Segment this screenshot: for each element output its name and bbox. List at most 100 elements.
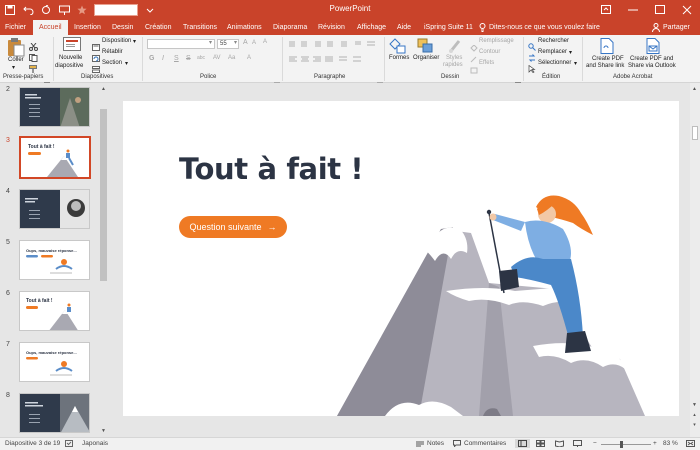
thumbnail-number: 5	[6, 239, 10, 246]
arrange-label[interactable]: Organiser	[413, 55, 439, 61]
slide-scroll-down-icon[interactable]: ▼	[691, 401, 698, 408]
tab-creation[interactable]: Création	[145, 20, 171, 35]
clipboard-launcher-icon[interactable]	[44, 75, 51, 88]
char-spacing-icon[interactable]: AV	[213, 55, 221, 61]
thumbnail-preview[interactable]: Oups, mauvaise réponse...	[19, 342, 90, 382]
shapes-label[interactable]: Formes	[389, 55, 409, 61]
tab-insertion[interactable]: Insertion	[74, 20, 101, 35]
zoom-in-button[interactable]: +	[653, 440, 657, 447]
font-color-icon[interactable]: A	[247, 55, 251, 61]
ribbon-options-button[interactable]	[592, 0, 619, 19]
zoom-slider[interactable]	[601, 444, 651, 445]
share-label: Partager	[663, 24, 690, 31]
slides-group-label: Diapositives	[81, 74, 114, 80]
section-label[interactable]: Section	[102, 60, 122, 66]
thumbnails-scrollbar[interactable]: ▲ ▼	[99, 83, 108, 437]
notes-label: Notes	[427, 440, 444, 447]
new-slide-label-1[interactable]: Nouvelle	[59, 55, 82, 61]
tab-dessin[interactable]: Dessin	[112, 20, 133, 35]
replace-label[interactable]: Remplacer	[538, 49, 567, 55]
paragraph-launcher-icon[interactable]	[377, 75, 384, 88]
thumbnails-scroll-thumb[interactable]	[100, 109, 107, 281]
next-slide-icon[interactable]: ▾	[691, 421, 698, 428]
slideshow-button[interactable]	[573, 440, 582, 447]
fit-slide-button[interactable]	[686, 440, 695, 447]
tab-diaporama[interactable]: Diaporama	[273, 20, 307, 35]
slide-scrollbar[interactable]: ▲ ▼ ▴ ▾	[690, 83, 700, 437]
previous-slide-icon[interactable]: ▴	[691, 411, 698, 418]
tab-accueil[interactable]: Accueil	[33, 20, 68, 35]
grow-font-icon[interactable]: A	[243, 39, 248, 46]
tab-ispring[interactable]: iSpring Suite 11	[424, 20, 473, 35]
zoom-level[interactable]: 83 %	[663, 440, 678, 447]
new-slide-label-2[interactable]: diapositive	[55, 63, 83, 69]
tab-animations[interactable]: Animations	[227, 20, 262, 35]
shape-outline-label[interactable]: Contour	[479, 49, 500, 55]
slide-scroll-up-icon[interactable]: ▲	[691, 85, 698, 92]
paste-dropdown-icon[interactable]: ▾	[12, 64, 15, 71]
shape-effects-icon[interactable]	[470, 61, 478, 79]
thumbnail-preview[interactable]: Tout à fait !	[19, 291, 90, 331]
reset-label[interactable]: Rétablir	[102, 49, 123, 55]
thumbnail-preview-selected[interactable]: Tout à fait !	[19, 136, 91, 179]
maximize-button[interactable]	[646, 0, 673, 19]
shape-effects-label[interactable]: Effets	[479, 60, 494, 66]
shadow-button[interactable]: abc	[197, 55, 205, 61]
comments-label: Commentaires	[464, 440, 507, 447]
tab-revision[interactable]: Révision	[318, 20, 345, 35]
zoom-out-button[interactable]: −	[593, 440, 597, 447]
language-indicator[interactable]: Japonais	[82, 440, 108, 447]
normal-view-button[interactable]	[515, 439, 530, 448]
quick-styles-label-1[interactable]: Styles	[446, 55, 462, 61]
shrink-font-icon[interactable]: A	[252, 40, 256, 46]
thumbnail-preview[interactable]	[19, 87, 90, 127]
underline-button[interactable]: S	[174, 55, 179, 62]
font-launcher-icon[interactable]	[274, 75, 281, 88]
find-label[interactable]: Rechercher	[538, 38, 569, 44]
tab-aide[interactable]: Aide	[397, 20, 411, 35]
layout-label[interactable]: Disposition	[102, 38, 131, 44]
slide-sorter-button[interactable]	[536, 440, 545, 447]
paragraph-tools-icon[interactable]	[287, 40, 379, 75]
tell-me-box[interactable]: Dites-nous ce que vous voulez faire	[479, 20, 600, 35]
create-pdf-link-label-1[interactable]: Create PDF	[592, 56, 624, 62]
scroll-down-arrow-icon[interactable]: ▼	[100, 427, 107, 434]
title-bar: PowerPoint	[0, 0, 700, 19]
minimize-button[interactable]	[619, 0, 646, 19]
spellcheck-icon[interactable]	[65, 440, 73, 447]
comments-button[interactable]: Commentaires	[453, 440, 506, 447]
select-label[interactable]: Sélectionner	[538, 60, 571, 66]
select-icon[interactable]	[528, 60, 536, 78]
scroll-up-arrow-icon[interactable]: ▲	[100, 85, 107, 92]
tab-fichier[interactable]: Fichier	[5, 20, 26, 35]
quick-styles-label-2[interactable]: rapides	[443, 62, 463, 68]
close-button[interactable]	[673, 0, 700, 19]
slideshow-icon	[573, 440, 582, 447]
strikethrough-button[interactable]: S	[186, 55, 191, 62]
thumbnail-preview[interactable]	[19, 393, 90, 433]
italic-button[interactable]: I	[162, 55, 164, 62]
bold-button[interactable]: G	[149, 55, 154, 62]
person-icon	[652, 23, 660, 32]
slide-scroll-thumb[interactable]	[692, 126, 698, 140]
create-pdf-link-label-2[interactable]: and Share link	[586, 63, 624, 69]
tab-affichage[interactable]: Affichage	[357, 20, 386, 35]
paste-label[interactable]: Coller	[8, 57, 24, 63]
status-bar: Diapositive 3 de 19 Japonais Notes Comme…	[0, 437, 700, 450]
clear-format-icon[interactable]: A	[263, 39, 267, 45]
current-slide[interactable]: Tout à fait ! Question suivante →	[123, 101, 679, 416]
create-pdf-outlook-label-2[interactable]: Share via Outlook	[628, 63, 676, 69]
font-name-field[interactable]	[147, 39, 215, 49]
zoom-slider-thumb[interactable]	[620, 441, 623, 448]
share-button[interactable]: Partager	[652, 20, 690, 35]
thumbnail-preview[interactable]: Oups, mauvaise réponse...	[19, 240, 90, 280]
tab-transitions[interactable]: Transitions	[183, 20, 217, 35]
thumbnail-preview[interactable]	[19, 189, 90, 229]
shape-fill-label[interactable]: Remplissage	[479, 38, 514, 44]
create-pdf-outlook-label-1[interactable]: Create PDF and	[630, 56, 673, 62]
drawing-launcher-icon[interactable]	[515, 75, 522, 88]
ribbon-tabs: Fichier Accueil Insertion Dessin Créatio…	[0, 19, 700, 35]
reading-view-button[interactable]	[555, 440, 564, 447]
notes-button[interactable]: Notes	[416, 440, 444, 447]
change-case-icon[interactable]: Aa	[228, 55, 235, 61]
